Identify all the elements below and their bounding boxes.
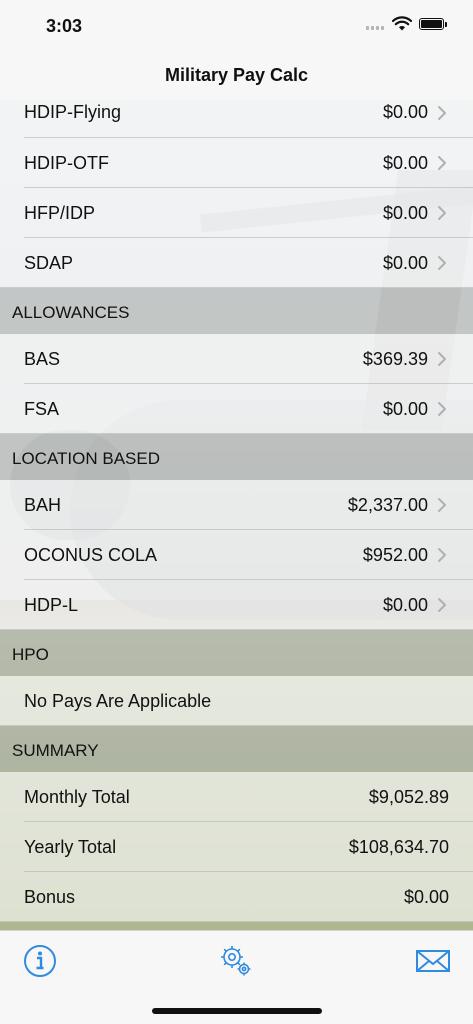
status-bar: 3:03	[0, 0, 473, 50]
row-value: $952.00	[362, 545, 428, 565]
chevron-right-icon	[438, 598, 446, 612]
section-header-summary: SUMMARY	[0, 726, 473, 772]
row-label: HDIP-Flying	[24, 102, 122, 122]
row-value: $0.00	[382, 102, 428, 122]
row-value: $2,337.00	[347, 495, 428, 515]
row-label: SDAP	[24, 253, 74, 273]
row-label: No Pays Are Applicable	[24, 691, 212, 711]
pay-row-hfp-idp[interactable]: HFP/IDP $0.00	[0, 188, 473, 238]
summary-row-monthly-total: Monthly Total $9,052.89	[0, 772, 473, 822]
summary-row-bonus: Bonus $0.00	[0, 872, 473, 922]
status-time: 3:03	[46, 16, 83, 36]
wifi-icon	[392, 16, 412, 31]
chevron-right-icon	[438, 256, 446, 270]
row-label: HDIP-OTF	[24, 153, 109, 173]
pay-row-hdp-l[interactable]: HDP-L $0.00	[0, 580, 473, 630]
pay-row-fsa[interactable]: FSA $0.00	[0, 384, 473, 434]
summary-row-yearly-total: Yearly Total $108,634.70	[0, 822, 473, 872]
section-header-location-based: LOCATION BASED	[0, 434, 473, 480]
pay-row-bas[interactable]: BAS $369.39	[0, 334, 473, 384]
chevron-right-icon	[438, 156, 446, 170]
row-label: Bonus	[24, 887, 76, 907]
pay-row-bah[interactable]: BAH $2,337.00	[0, 480, 473, 530]
row-value: $0.00	[382, 595, 428, 615]
row-value: $0.00	[382, 153, 428, 173]
section-header-allowances: ALLOWANCES	[0, 288, 473, 334]
home-indicator	[152, 1008, 322, 1014]
chevron-right-icon	[438, 548, 446, 562]
pay-row-oconus-cola[interactable]: OCONUS COLA $952.00	[0, 530, 473, 580]
row-label: Yearly Total	[24, 837, 117, 857]
info-circle-icon[interactable]	[22, 943, 58, 979]
row-value: $369.39	[362, 349, 428, 369]
pay-row-hdip-otf[interactable]: HDIP-OTF $0.00	[0, 138, 473, 188]
row-value: $0.00	[382, 399, 428, 419]
chevron-right-icon	[438, 498, 446, 512]
row-label: FSA	[24, 399, 60, 419]
chevron-right-icon	[438, 352, 446, 366]
gears-icon[interactable]	[218, 943, 254, 979]
chevron-right-icon	[438, 402, 446, 416]
row-value: $108,634.70	[348, 837, 449, 857]
battery-icon	[419, 18, 444, 30]
row-label: BAH	[24, 495, 62, 515]
row-label: HFP/IDP	[24, 203, 96, 223]
row-value: $0.00	[403, 887, 449, 907]
chevron-right-icon	[438, 106, 446, 120]
navigation-bar: Military Pay Calc	[0, 50, 473, 100]
pay-row-sdap[interactable]: SDAP $0.00	[0, 238, 473, 288]
chevron-right-icon	[438, 206, 446, 220]
row-value: $0.00	[382, 203, 428, 223]
row-label: HDP-L	[24, 595, 79, 615]
row-value: $0.00	[382, 253, 428, 273]
row-value: $9,052.89	[368, 787, 449, 807]
cellular-signal-icon	[366, 26, 384, 30]
row-label: BAS	[24, 349, 61, 369]
row-label: Monthly Total	[24, 787, 130, 807]
row-label: OCONUS COLA	[24, 545, 158, 565]
pay-table: HDIP-Flying $0.00 HDIP-OTF $0.00 HFP/IDP…	[0, 88, 473, 930]
page-title: Military Pay Calc	[164, 65, 309, 85]
envelope-icon[interactable]	[415, 943, 451, 979]
pay-row-hpo-empty: No Pays Are Applicable	[0, 676, 473, 726]
section-header-hpo: HPO	[0, 630, 473, 676]
